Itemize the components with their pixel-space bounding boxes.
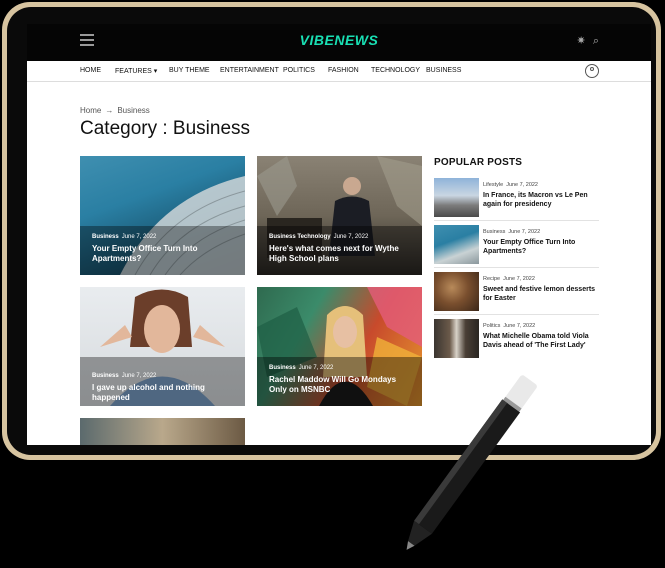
stylus-pen <box>406 375 537 550</box>
